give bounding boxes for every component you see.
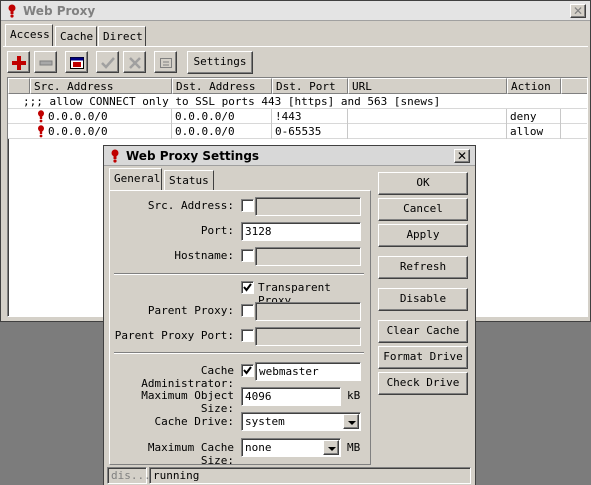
kb-unit: kB — [347, 389, 361, 402]
cell-port: 0-65535 — [272, 124, 348, 139]
disable-button[interactable] — [123, 51, 146, 73]
src-address-label: Src. Address: — [147, 199, 234, 212]
col-src-address[interactable]: Src. Address — [30, 78, 172, 94]
apply-button[interactable]: Apply — [378, 224, 468, 247]
tab-access[interactable]: Access — [5, 24, 53, 46]
hostname-checkbox[interactable] — [241, 249, 254, 262]
cell-src: 0.0.0.0/0 — [45, 124, 172, 139]
add-button[interactable] — [7, 51, 30, 73]
max-object-size-label: Maximum Object Size: — [141, 389, 234, 415]
comment-row[interactable]: ;;; allow CONNECT only to SSL ports 443 … — [8, 94, 587, 109]
close-icon[interactable]: ✕ — [570, 4, 586, 18]
cell-dst: 0.0.0.0/0 — [172, 109, 272, 124]
cache-drive-value: system — [245, 415, 285, 428]
hostname-field[interactable] — [255, 247, 361, 266]
remove-button[interactable] — [34, 51, 57, 73]
tab-strip: Access Cache Direct — [5, 24, 585, 46]
chevron-down-icon[interactable] — [323, 440, 339, 455]
col-marker — [8, 78, 30, 94]
note-icon — [160, 58, 172, 68]
cell-action: deny — [507, 109, 561, 124]
cancel-button[interactable]: Cancel — [378, 198, 468, 221]
check-icon — [101, 57, 115, 69]
comment-button[interactable] — [154, 51, 177, 73]
clear-cache-button[interactable]: Clear Cache — [378, 320, 468, 343]
plus-icon — [12, 56, 26, 70]
checkmark-icon — [243, 283, 252, 292]
mikrotik-icon — [8, 4, 16, 18]
format-drive-button[interactable]: Format Drive — [378, 346, 468, 369]
col-action[interactable]: Action — [507, 78, 561, 94]
src-address-field[interactable] — [255, 197, 361, 216]
cell-port: !443 — [272, 109, 348, 124]
cache-administrator-checkbox[interactable] — [241, 364, 254, 377]
window-title: Web Proxy — [23, 4, 96, 18]
max-cache-size-value: none — [245, 441, 272, 454]
port-field[interactable]: 3128 — [241, 222, 361, 241]
cell-url — [348, 109, 507, 124]
parent-proxy-port-label: Parent Proxy Port: — [114, 329, 234, 342]
col-filler — [561, 78, 587, 94]
hostname-label: Hostname: — [174, 249, 234, 262]
mb-unit: MB — [347, 441, 361, 454]
dialog-title: Web Proxy Settings — [126, 149, 260, 163]
dialog-tab-strip: General Status — [109, 168, 369, 190]
cell-action: allow — [507, 124, 561, 139]
rule-icon — [38, 125, 44, 138]
settings-button[interactable]: Settings — [187, 51, 253, 74]
port-label: Port: — [200, 224, 234, 237]
col-url[interactable]: URL — [348, 78, 507, 94]
cache-administrator-field[interactable]: webmaster — [255, 362, 361, 381]
table-header: Src. Address Dst. Address Dst. Port URL … — [8, 78, 587, 94]
chevron-down-icon[interactable] — [343, 414, 359, 429]
cell-src: 0.0.0.0/0 — [45, 109, 172, 124]
max-cache-size-label: Maximum Cache Size: — [147, 441, 234, 467]
parent-proxy-label: Parent Proxy: — [147, 304, 234, 317]
separator — [114, 352, 364, 354]
disable-button[interactable]: Disable — [378, 288, 468, 311]
cell-dst: 0.0.0.0/0 — [172, 124, 272, 139]
max-object-size-field[interactable]: 4096 — [241, 387, 341, 406]
max-cache-size-select[interactable]: none — [241, 438, 341, 457]
x-icon — [129, 57, 141, 69]
cell-url — [348, 124, 507, 139]
table-row[interactable]: 0.0.0.0/0 0.0.0.0/0 0-65535 allow — [8, 124, 587, 139]
window-icon — [70, 57, 84, 69]
table-row[interactable]: 0.0.0.0/0 0.0.0.0/0 !443 deny — [8, 109, 587, 124]
parent-proxy-checkbox[interactable] — [241, 304, 254, 317]
cache-drive-select[interactable]: system — [241, 412, 361, 431]
ok-button[interactable]: OK — [378, 172, 468, 195]
separator — [114, 273, 364, 275]
mikrotik-icon — [111, 149, 119, 163]
parent-proxy-field[interactable] — [255, 302, 361, 321]
tab-status[interactable]: Status — [164, 170, 214, 190]
minus-icon — [39, 60, 53, 66]
check-drive-button[interactable]: Check Drive — [378, 372, 468, 395]
parent-proxy-port-field[interactable] — [255, 327, 361, 346]
enable-button[interactable] — [96, 51, 119, 73]
web-proxy-settings-dialog: Web Proxy Settings ✕ General Status Src.… — [103, 145, 476, 485]
parent-proxy-port-checkbox[interactable] — [241, 329, 254, 342]
tab-general[interactable]: General — [109, 168, 162, 190]
window-titlebar[interactable]: Web Proxy ✕ — [1, 1, 590, 21]
col-dst-port[interactable]: Dst. Port — [272, 78, 348, 94]
status-enabled: dis... — [107, 467, 151, 484]
close-icon[interactable]: ✕ — [454, 149, 470, 163]
transparent-proxy-checkbox[interactable] — [241, 281, 254, 294]
edit-button[interactable] — [65, 51, 88, 73]
dialog-titlebar[interactable]: Web Proxy Settings ✕ — [104, 146, 475, 166]
cache-administrator-label: Cache Administrator: — [141, 364, 234, 390]
comment-text: ;;; allow CONNECT only to SSL ports 443 … — [23, 95, 441, 108]
rule-icon — [38, 110, 44, 123]
col-dst-address[interactable]: Dst. Address — [172, 78, 272, 94]
checkmark-icon — [243, 366, 252, 375]
src-address-checkbox[interactable] — [241, 199, 254, 212]
cache-drive-label: Cache Drive: — [154, 415, 234, 428]
tab-cache[interactable]: Cache — [55, 26, 97, 46]
tab-direct[interactable]: Direct — [98, 26, 146, 46]
refresh-button[interactable]: Refresh — [378, 256, 468, 279]
status-running: running — [149, 467, 471, 484]
